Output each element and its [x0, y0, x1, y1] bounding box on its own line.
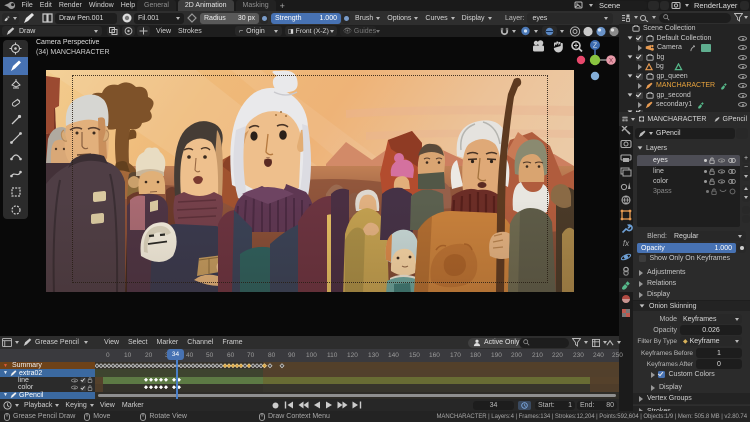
svg-text:fx: fx — [623, 239, 630, 248]
svg-text:X: X — [609, 58, 614, 65]
svg-text:Z: Z — [593, 43, 598, 50]
